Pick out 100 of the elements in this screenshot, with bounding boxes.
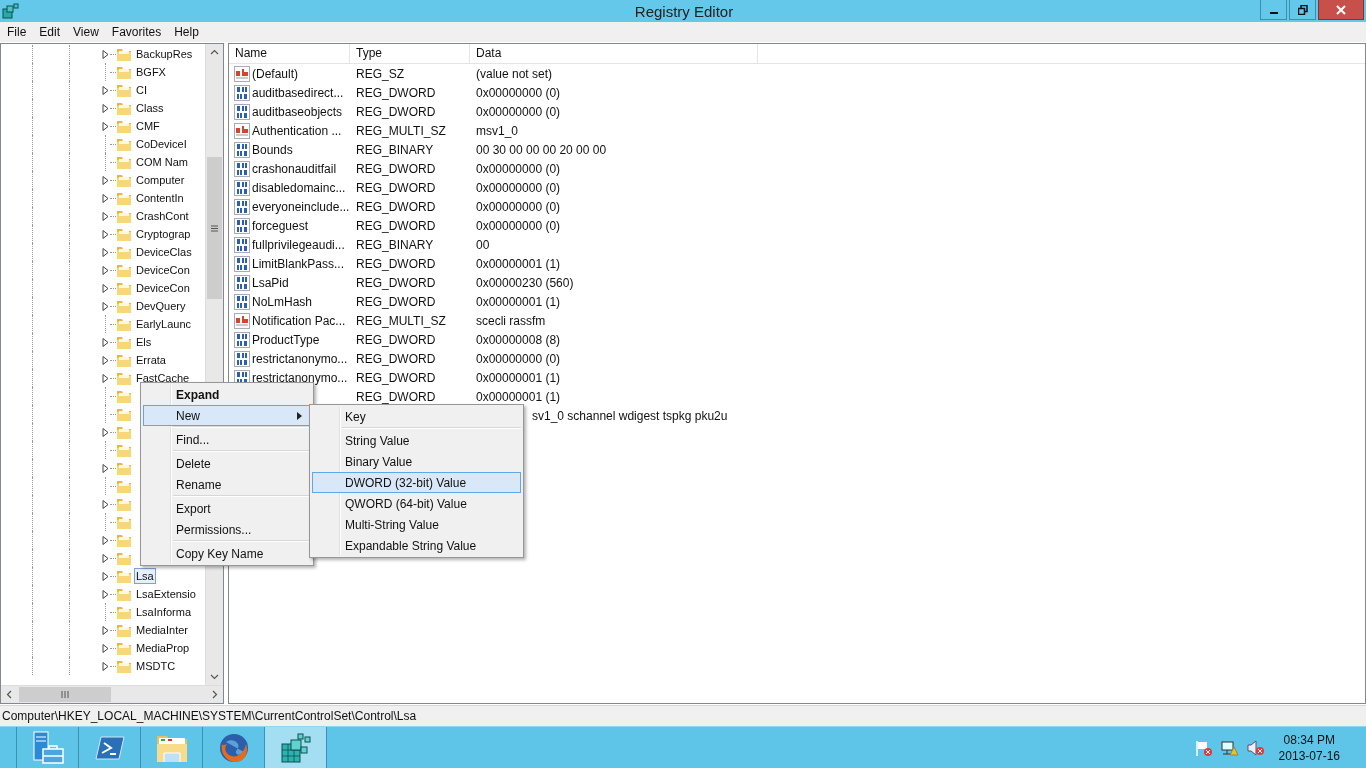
menu-item[interactable]: New (143, 405, 311, 426)
tree-item[interactable]: DeviceCon (134, 262, 192, 278)
menu-item[interactable]: Rename (143, 474, 311, 495)
tree-item[interactable]: DevQuery (134, 298, 188, 314)
taskbar-button[interactable] (265, 727, 327, 768)
expand-arrow-icon[interactable] (101, 301, 109, 311)
expand-arrow-icon[interactable] (101, 463, 109, 473)
expand-arrow-icon[interactable] (101, 355, 109, 365)
expand-arrow-icon[interactable] (101, 427, 109, 437)
value-name[interactable]: crashonauditfail (252, 161, 337, 176)
value-name[interactable]: auditbaseobjects (252, 104, 343, 119)
tree-item[interactable]: LsaInforma (134, 604, 194, 620)
expand-arrow-icon[interactable] (101, 535, 109, 545)
tree-item[interactable]: Els (134, 334, 154, 350)
tree-item[interactable]: ContentIn (134, 190, 186, 206)
column-header[interactable]: Type (350, 44, 470, 63)
column-header[interactable]: Name (229, 44, 350, 63)
tree-item[interactable]: LsaExtensio (134, 586, 198, 602)
tree-item[interactable]: CMF (134, 118, 162, 134)
tree-item[interactable]: CrashCont (134, 208, 191, 224)
tree-item[interactable]: DeviceCon (134, 280, 192, 296)
scroll-right-icon[interactable] (212, 690, 218, 699)
scroll-left-icon[interactable] (6, 690, 12, 699)
value-name[interactable]: LsaPid (252, 275, 289, 290)
expand-arrow-icon[interactable] (101, 373, 109, 383)
menu-item[interactable]: Help (167, 25, 205, 39)
value-name[interactable]: restrictanonymo... (252, 351, 348, 366)
expand-arrow-icon[interactable] (101, 553, 109, 563)
expand-arrow-icon[interactable] (101, 643, 109, 653)
menu-item[interactable]: String Value (312, 430, 521, 451)
flag-icon[interactable] (1194, 739, 1213, 756)
tree-item[interactable]: Lsa (134, 568, 156, 584)
tree-item[interactable]: CoDeviceI (134, 136, 189, 152)
expand-arrow-icon[interactable] (101, 337, 109, 347)
menu-item[interactable]: Key (312, 406, 521, 427)
value-name[interactable]: auditbasedirect... (252, 85, 344, 100)
expand-arrow-icon[interactable] (101, 247, 109, 257)
menu-item[interactable]: Copy Key Name (143, 543, 311, 564)
expand-arrow-icon[interactable] (101, 85, 109, 95)
menu-item[interactable]: Permissions... (143, 519, 311, 540)
expand-arrow-icon[interactable] (101, 625, 109, 635)
expand-arrow-icon[interactable] (101, 661, 109, 671)
expand-arrow-icon[interactable] (101, 49, 109, 59)
tree-item[interactable]: MSDTC (134, 658, 178, 674)
menu-item[interactable]: DWORD (32-bit) Value (312, 472, 521, 493)
tree-item[interactable]: DeviceClas (134, 244, 194, 260)
expand-arrow-icon[interactable] (101, 121, 109, 131)
value-name[interactable]: everyoneinclude... (252, 199, 350, 214)
maximize-button[interactable] (1289, 0, 1316, 20)
network-icon[interactable] (1220, 739, 1239, 756)
menu-item[interactable]: Binary Value (312, 451, 521, 472)
clock[interactable]: 08:34 PM 2013-07-16 (1278, 727, 1340, 768)
menu-item[interactable]: Multi-String Value (312, 514, 521, 535)
expand-arrow-icon[interactable] (101, 229, 109, 239)
value-name[interactable]: fullprivilegeaudi... (252, 237, 345, 252)
tree-item[interactable]: Class (134, 100, 166, 116)
menu-item[interactable]: Expand (143, 384, 311, 405)
menu-item[interactable]: Edit (32, 25, 67, 39)
scroll-down-icon[interactable] (210, 674, 219, 680)
expand-arrow-icon[interactable] (101, 283, 109, 293)
expand-arrow-icon[interactable] (101, 499, 109, 509)
tree-item[interactable]: MediaProp (134, 640, 192, 656)
expand-arrow-icon[interactable] (101, 571, 109, 581)
minimize-button[interactable] (1260, 0, 1287, 20)
tree-item[interactable]: BGFX (134, 64, 168, 80)
scroll-thumb[interactable] (207, 157, 222, 299)
speaker-icon[interactable] (1246, 739, 1265, 756)
tree-item[interactable]: CI (134, 82, 149, 98)
tree-item[interactable]: Errata (134, 352, 168, 368)
expand-arrow-icon[interactable] (101, 211, 109, 221)
menu-item[interactable]: Find... (143, 429, 311, 450)
value-name[interactable]: forceguest (252, 218, 309, 233)
value-name[interactable]: restrictanonymo... (252, 370, 348, 385)
value-name[interactable]: Notification Pac... (252, 313, 346, 328)
column-header[interactable]: Data (470, 44, 758, 63)
menu-item[interactable]: Delete (143, 453, 311, 474)
expand-arrow-icon[interactable] (101, 103, 109, 113)
menu-item[interactable]: Favorites (104, 25, 168, 39)
value-name[interactable]: Bounds (252, 142, 293, 157)
tree-item[interactable]: BackupRes (134, 46, 195, 62)
value-name[interactable]: LimitBlankPass... (252, 256, 345, 271)
expand-arrow-icon[interactable] (101, 265, 109, 275)
horizontal-scrollbar[interactable] (1, 685, 223, 703)
scroll-up-icon[interactable] (210, 49, 219, 55)
value-name[interactable]: disabledomainc... (252, 180, 346, 195)
value-name[interactable]: ProductType (252, 332, 320, 347)
close-button[interactable] (1318, 0, 1364, 20)
expand-arrow-icon[interactable] (101, 175, 109, 185)
scroll-thumb[interactable] (19, 687, 111, 702)
menu-item[interactable]: QWORD (64-bit) Value (312, 493, 521, 514)
menu-item[interactable]: Export (143, 498, 311, 519)
tree-item[interactable]: MediaInter (134, 622, 190, 638)
tree-item[interactable]: FastCache (134, 370, 192, 386)
tree-item[interactable]: Computer (134, 172, 187, 188)
menu-item[interactable]: File (0, 25, 33, 39)
tree-item[interactable]: EarlyLaunc (134, 316, 194, 332)
tree-item[interactable]: Cryptograp (134, 226, 193, 242)
menu-item[interactable]: View (66, 25, 105, 39)
value-name[interactable]: Authentication ... (252, 123, 342, 138)
menu-item[interactable]: Expandable String Value (312, 535, 521, 556)
